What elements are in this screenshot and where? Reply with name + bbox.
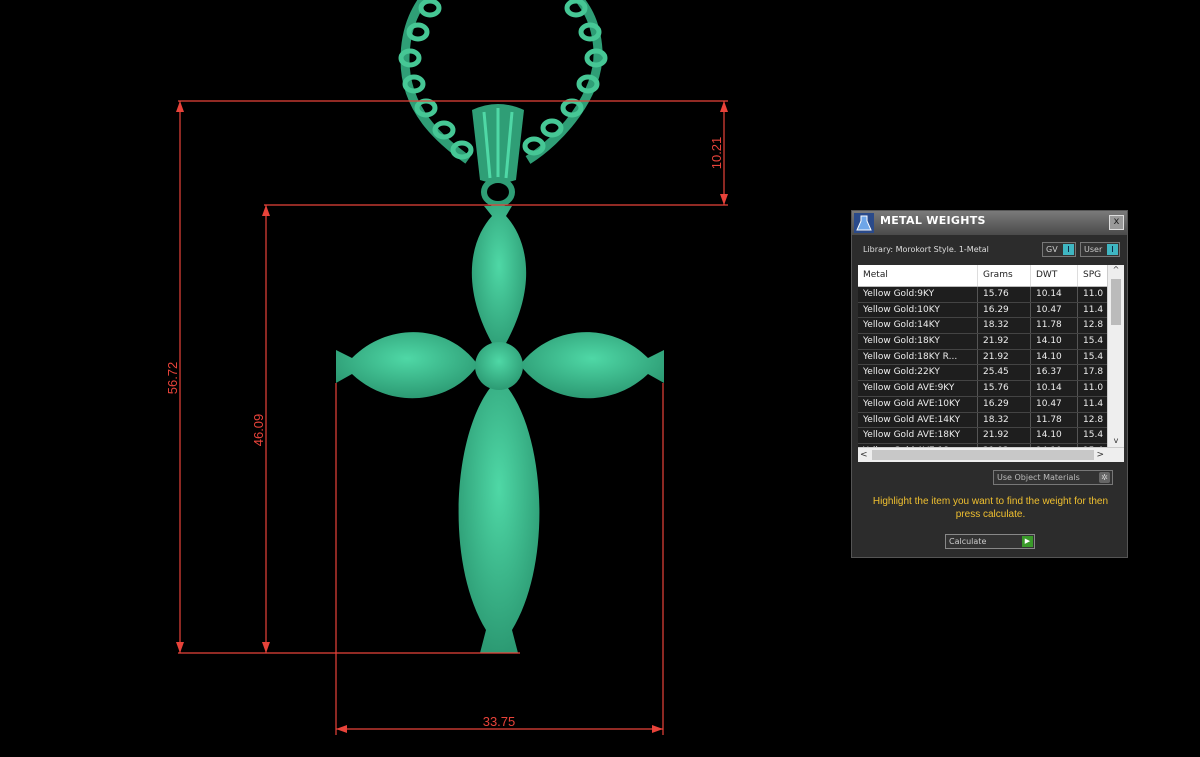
cell-spg: 11.0 (1078, 287, 1108, 302)
table-row[interactable]: Yellow Gold:22KY 25.45 16.37 17.8 (858, 365, 1108, 382)
table-row[interactable]: Yellow Gold AVE:14KY 18.32 11.78 12.8 (858, 412, 1108, 429)
vertical-scroll-thumb[interactable] (1111, 279, 1121, 325)
materials-select-label: Use Object Materials (997, 473, 1080, 482)
cell-metal: Yellow Gold AVE:18KY (858, 428, 978, 443)
cell-grams: 18.32 (978, 412, 1031, 428)
cell-dwt: 10.14 (1031, 287, 1078, 302)
cell-metal: Yellow Gold AVE:10KY (858, 396, 978, 412)
flask-icon (854, 213, 874, 233)
cross-model (336, 206, 664, 653)
cell-dwt: 16.37 (1031, 365, 1078, 381)
column-header-spg[interactable]: SPG (1078, 265, 1108, 286)
calculate-label: Calculate (949, 537, 987, 546)
cell-metal: Yellow Gold:18KY R... (858, 349, 978, 365)
vertical-scrollbar[interactable]: ^ v (1107, 265, 1124, 448)
table-row[interactable]: Yellow Gold:14KY 18.32 11.78 12.8 (858, 318, 1108, 335)
gear-icon: ✲ (1099, 472, 1110, 483)
library-label: Library: Morokort Style. 1-Metal (863, 245, 989, 254)
cell-metal: Yellow Gold AVE:9KY (858, 381, 978, 396)
use-object-materials-select[interactable]: Use Object Materials ✲ (993, 470, 1113, 485)
instruction-text: Highlight the item you want to find the … (872, 496, 1109, 520)
cell-dwt: 10.14 (1031, 381, 1078, 396)
cell-dwt: 10.47 (1031, 396, 1078, 412)
cell-metal: Yellow Gold AVE:14KY (858, 412, 978, 428)
panel-title: METAL WEIGHTS (880, 214, 986, 227)
cell-dwt: 14.10 (1031, 428, 1078, 443)
table-row[interactable]: Yellow Gold:10KY 16.29 10.47 11.4 (858, 302, 1108, 319)
horizontal-scrollbar[interactable]: < > (858, 447, 1124, 462)
play-icon: ▶ (1022, 536, 1033, 547)
cell-grams: 25.45 (978, 365, 1031, 381)
column-header-grams[interactable]: Grams (978, 265, 1031, 286)
cell-grams: 18.32 (978, 318, 1031, 334)
cell-dwt: 11.78 (1031, 412, 1078, 428)
column-header-dwt[interactable]: DWT (1031, 265, 1078, 286)
cross-width-label: 33.75 (483, 714, 516, 729)
cell-spg: 11.4 (1078, 302, 1108, 318)
user-toggle[interactable]: User I (1080, 242, 1120, 257)
cell-spg: 15.4 (1078, 428, 1108, 443)
scroll-up-arrow-icon[interactable]: ^ (1108, 265, 1124, 277)
user-toggle-label: User (1084, 245, 1103, 254)
table-row[interactable]: Yellow Gold AVE:18KY 21.92 14.10 15.4 (858, 428, 1108, 444)
cell-metal: Yellow Gold:10KY (858, 302, 978, 318)
horizontal-scroll-thumb[interactable] (872, 450, 1094, 460)
cell-spg: 11.4 (1078, 396, 1108, 412)
cell-grams: 21.92 (978, 428, 1031, 443)
scroll-left-arrow-icon[interactable]: < (860, 448, 868, 462)
cell-grams: 16.29 (978, 302, 1031, 318)
pendant-bail (472, 104, 524, 207)
table-row[interactable]: Yellow Gold AVE:10KY 16.29 10.47 11.4 (858, 396, 1108, 413)
cell-grams: 21.92 (978, 349, 1031, 365)
cell-dwt: 14.10 (1031, 334, 1078, 349)
cell-grams: 16.29 (978, 396, 1031, 412)
cell-spg: 15.4 (1078, 349, 1108, 365)
table-row[interactable]: Yellow Gold:9KY 15.76 10.14 11.0 (858, 287, 1108, 303)
table-row[interactable]: Yellow Gold:18KY 21.92 14.10 15.4 (858, 334, 1108, 350)
cell-spg: 11.0 (1078, 381, 1108, 396)
gv-toggle-label: GV (1046, 245, 1058, 254)
cell-metal: Yellow Gold:9KY (858, 287, 978, 302)
cell-spg: 15.4 (1078, 334, 1108, 349)
cell-grams: 21.92 (978, 334, 1031, 349)
scroll-right-arrow-icon[interactable]: > (1096, 448, 1104, 462)
cell-dwt: 10.47 (1031, 302, 1078, 318)
panel-title-bar[interactable]: METAL WEIGHTS x (852, 211, 1127, 235)
cell-metal: Yellow Gold:14KY (858, 318, 978, 334)
cell-spg: 12.8 (1078, 412, 1108, 428)
table-row[interactable]: Yellow Gold:18KY R... 21.92 14.10 15.4 (858, 349, 1108, 366)
cell-metal: Yellow Gold:18KY (858, 334, 978, 349)
overall-height-label: 56.72 (165, 362, 180, 395)
metal-weights-table: Metal Grams DWT SPG Yellow Gold:9KY 15.76… (858, 265, 1124, 462)
cell-grams: 15.76 (978, 287, 1031, 302)
cross-height-label: 46.09 (251, 414, 266, 447)
table-header: Metal Grams DWT SPG (858, 265, 1108, 287)
cell-dwt: 11.78 (1031, 318, 1078, 334)
cell-dwt: 14.10 (1031, 349, 1078, 365)
cell-grams: 15.76 (978, 381, 1031, 396)
table-row[interactable]: Yellow Gold AVE:9KY 15.76 10.14 11.0 (858, 381, 1108, 397)
close-button[interactable]: x (1109, 215, 1124, 230)
cell-spg: 17.8 (1078, 365, 1108, 381)
table-rows: Yellow Gold:9KY 15.76 10.14 11.0 Yellow Gold… (858, 287, 1108, 460)
cell-spg: 12.8 (1078, 318, 1108, 334)
metal-weights-panel: METAL WEIGHTS x Library: Morokort Style.… (851, 210, 1128, 558)
calculate-button[interactable]: Calculate ▶ (945, 534, 1035, 549)
bail-height-label: 10.21 (709, 137, 724, 170)
cell-metal: Yellow Gold:22KY (858, 365, 978, 381)
gv-toggle-knob: I (1063, 244, 1074, 255)
column-header-metal[interactable]: Metal (858, 265, 978, 286)
user-toggle-knob: I (1107, 244, 1118, 255)
gv-toggle[interactable]: GV I (1042, 242, 1076, 257)
